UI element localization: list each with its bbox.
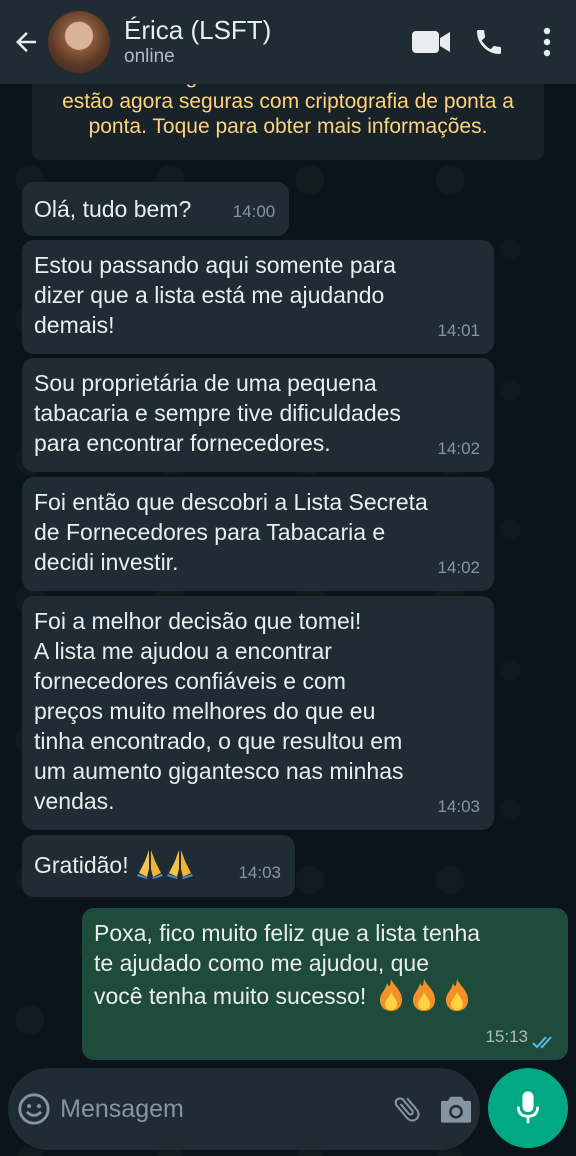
avatar[interactable] [48,11,110,73]
message-composer [8,1068,480,1150]
contact-status: online [124,46,175,67]
message-text: Poxa, fico muito feliz que a lista tenha… [94,918,556,1012]
encryption-notice[interactable]: As mensagens e chamadas desta conversa e… [32,72,544,160]
encryption-line-2: estão agora seguras com criptografia de … [62,90,514,113]
message-time: 15:13 [485,1027,528,1046]
message-text: Foi a melhor decisão que tomei! A lista … [34,608,404,814]
incoming-message[interactable]: Foi então que descobri a Lista Secreta d… [22,477,494,591]
contact-info[interactable]: Érica (LSFT) online [124,15,402,69]
contact-name: Érica (LSFT) [124,15,272,45]
incoming-message[interactable]: Estou passando aqui somente para dizer q… [22,240,494,354]
message-time: 14:03 [238,863,281,882]
video-call-icon [412,31,450,53]
incoming-message[interactable]: Sou proprietária de uma pequena tabacari… [22,358,494,472]
message-time: 14:02 [437,439,480,458]
mic-icon [516,1091,540,1124]
video-call-button[interactable] [402,0,460,84]
back-arrow-icon [16,32,36,52]
message-text: Foi então que descobri a Lista Secreta d… [34,489,428,575]
incoming-message[interactable]: Olá, tudo bem? 14:00 [22,182,290,236]
camera-icon [440,1096,471,1123]
message-text: Olá, tudo bem? [34,196,192,222]
back-button[interactable] [6,0,46,84]
message-text: Sou proprietária de uma pequena tabacari… [34,370,401,456]
attach-icon [394,1097,420,1122]
phone-icon [477,30,501,54]
voice-message-button[interactable] [488,1068,568,1148]
incoming-message[interactable]: Foi a melhor decisão que tomei! A lista … [22,596,494,830]
fire-icon [445,979,468,1011]
message-time: 14:00 [232,202,276,221]
more-vert-icon [543,27,551,57]
emoji-icon [18,1093,50,1125]
message-time: 14:01 [437,321,480,340]
attach-button[interactable] [382,1068,431,1150]
more-options-button[interactable] [518,0,576,84]
folded-hands-icon [137,850,163,879]
incoming-message[interactable]: Gratidão! 14:03 [22,835,295,897]
emoji-button[interactable] [8,1068,60,1150]
message-time: 14:02 [437,558,480,577]
folded-hands-icon [167,850,193,879]
fire-icon [412,979,435,1011]
camera-button[interactable] [431,1068,480,1150]
encryption-line-3: ponta. Toque para obter mais informações… [88,115,488,138]
voice-call-button[interactable] [460,0,518,84]
message-text: Estou passando aqui somente para dizer q… [34,252,396,338]
message-text: Gratidão! [34,852,129,878]
read-ticks-icon [532,1036,552,1049]
chat-header: Érica (LSFT) online [0,0,576,84]
message-time: 14:03 [437,797,480,816]
outgoing-message[interactable]: Poxa, fico muito feliz que a lista tenha… [82,908,568,1060]
fire-icon [379,979,402,1011]
message-input[interactable] [60,1094,383,1124]
